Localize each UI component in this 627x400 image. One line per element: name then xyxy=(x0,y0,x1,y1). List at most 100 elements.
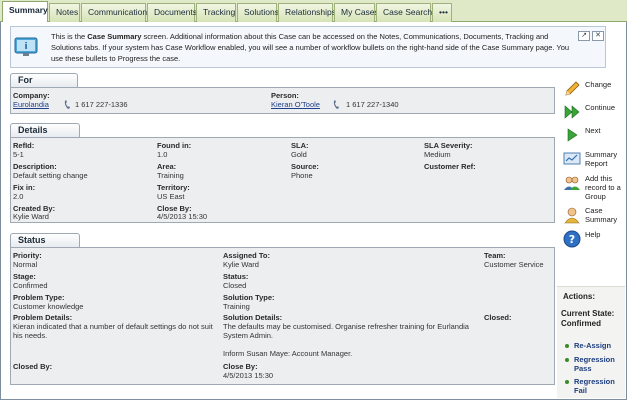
workflow-item-label: Regression Fail xyxy=(574,377,615,395)
found-in-value: 1.0 xyxy=(157,150,168,159)
source-value: Phone xyxy=(291,171,313,180)
assigned-to-label: Assigned To: xyxy=(223,251,270,260)
current-state-label: Current State: xyxy=(561,309,615,318)
close-info-button[interactable]: ✕ xyxy=(592,31,604,41)
summary-report-label: Summary Report xyxy=(585,150,618,168)
next-button[interactable]: Next xyxy=(560,124,624,148)
help-button[interactable]: ? Help xyxy=(560,228,624,252)
group-icon xyxy=(564,176,580,190)
territory-value: US East xyxy=(157,192,185,201)
workflow-item-regression-fail[interactable]: Regression Fail xyxy=(565,377,623,397)
fix-in-value: 2.0 xyxy=(13,192,24,201)
area-value: Training xyxy=(157,171,184,180)
phone-icon[interactable] xyxy=(333,100,341,110)
found-in-label: Found in: xyxy=(157,141,192,150)
tab-notes[interactable]: Notes xyxy=(49,3,80,22)
customer-ref-label: Customer Ref: xyxy=(424,162,476,171)
close-by-value: 4/5/2013 15:30 xyxy=(157,212,208,221)
tab-documents[interactable]: Documents xyxy=(147,3,197,22)
closed-label: Closed: xyxy=(484,313,512,322)
tab-communications[interactable]: Communications xyxy=(81,3,151,22)
description-value: Default setting change xyxy=(13,171,88,180)
case-summary-button[interactable]: Case Summary xyxy=(560,204,624,230)
workflow-item-label: Re-Assign xyxy=(574,341,612,350)
solution-type-value: Training xyxy=(223,302,250,311)
status-section-title: Status xyxy=(10,233,80,247)
add-to-group-button[interactable]: Add this record to a Group xyxy=(560,172,624,202)
refid-label: RefId: xyxy=(13,141,35,150)
status-value: Closed xyxy=(223,281,247,290)
sla-label: SLA: xyxy=(291,141,309,150)
workflow-item-re-assign[interactable]: Re-Assign xyxy=(565,341,623,353)
territory-label: Territory: xyxy=(157,183,190,192)
play-icon xyxy=(567,128,578,142)
stage-value: Confirmed xyxy=(13,281,48,290)
pencil-icon xyxy=(565,81,580,96)
change-label: Change xyxy=(585,80,612,89)
tab-bar: Summary Notes Communications Documents T… xyxy=(0,0,627,22)
description-label: Description: xyxy=(13,162,57,171)
problem-details-value: Kieran indicated that a number of defaul… xyxy=(13,322,213,340)
source-label: Source: xyxy=(291,162,319,171)
case-summary-label: Case Summary xyxy=(585,206,618,224)
phone-icon[interactable] xyxy=(64,100,72,110)
tab-more[interactable]: ••• xyxy=(432,3,452,22)
info-screen-icon: i xyxy=(14,37,38,56)
person-link[interactable]: Kieran O'Toole xyxy=(271,100,320,109)
tab-summary[interactable]: Summary xyxy=(2,1,48,22)
report-icon xyxy=(563,152,581,165)
svg-text:?: ? xyxy=(569,233,575,246)
solution-details-note: Inform Susan Maye: Account Manager. xyxy=(223,349,353,358)
bullet-icon xyxy=(565,380,569,384)
current-state: Current State: Confirmed xyxy=(561,309,623,329)
sla-value: Gold xyxy=(291,150,307,159)
status-close-by-value: 4/5/2013 15:30 xyxy=(223,371,274,380)
bullet-icon xyxy=(565,358,569,362)
team-value: Customer Service xyxy=(484,260,544,269)
expand-info-button[interactable]: ↗ xyxy=(578,31,590,41)
fix-in-label: Fix in: xyxy=(13,183,36,192)
fast-forward-icon xyxy=(564,105,580,119)
workflow-actions-title: Actions: xyxy=(563,292,595,301)
person-label: Person: xyxy=(271,91,299,100)
continue-label: Continue xyxy=(585,103,616,112)
for-section-title: For xyxy=(10,73,78,87)
sla-severity-label: SLA Severity: xyxy=(424,141,473,150)
status-section: Priority: Normal Assigned To: Kylie Ward… xyxy=(10,247,555,385)
priority-label: Priority: xyxy=(13,251,42,260)
solution-details-label: Solution Details: xyxy=(223,313,283,322)
area-label: Area: xyxy=(157,162,177,171)
info-text: This is the Case Summary screen. Additio… xyxy=(51,32,570,63)
current-state-value: Confirmed xyxy=(561,319,601,328)
tab-solutions[interactable]: Solutions xyxy=(237,3,279,22)
workflow-actions-panel: Actions: Current State: Confirmed Re-Ass… xyxy=(557,286,625,398)
change-button[interactable]: Change xyxy=(560,78,624,102)
tab-tracking[interactable]: Tracking xyxy=(196,3,236,22)
assigned-to-value: Kylie Ward xyxy=(223,260,259,269)
next-label: Next xyxy=(585,126,601,135)
team-label: Team: xyxy=(484,251,506,260)
problem-type-value: Customer knowledge xyxy=(13,302,84,311)
person-phone: 1 617 227-1340 xyxy=(346,100,399,109)
details-section: RefId: 5-1 Found in: 1.0 SLA: Gold SLA S… xyxy=(10,137,555,223)
problem-type-label: Problem Type: xyxy=(13,293,65,302)
for-section: Company: Eurolandia 1 617 227-1336 Perso… xyxy=(10,87,555,114)
details-section-title: Details xyxy=(10,123,80,137)
stage-label: Stage: xyxy=(13,272,36,281)
help-label: Help xyxy=(585,230,601,239)
company-phone: 1 617 227-1336 xyxy=(75,100,128,109)
company-link[interactable]: Eurolandia xyxy=(13,100,49,109)
tab-case-search[interactable]: Case Search xyxy=(376,3,432,22)
svg-text:i: i xyxy=(24,42,27,52)
help-icon: ? xyxy=(563,230,581,248)
workflow-item-regression-pass[interactable]: Regression Pass xyxy=(565,355,623,375)
priority-value: Normal xyxy=(13,260,38,269)
summary-report-button[interactable]: Summary Report xyxy=(560,148,624,174)
tab-my-cases[interactable]: My Cases xyxy=(334,3,379,22)
tab-relationships[interactable]: Relationships xyxy=(278,3,336,22)
company-label: Company: xyxy=(13,91,50,100)
workflow-item-label: Regression Pass xyxy=(574,355,615,373)
refid-value: 5-1 xyxy=(13,150,24,159)
solution-details-value: The defaults may be customised. Organise… xyxy=(223,322,469,340)
continue-button[interactable]: Continue xyxy=(560,101,624,125)
